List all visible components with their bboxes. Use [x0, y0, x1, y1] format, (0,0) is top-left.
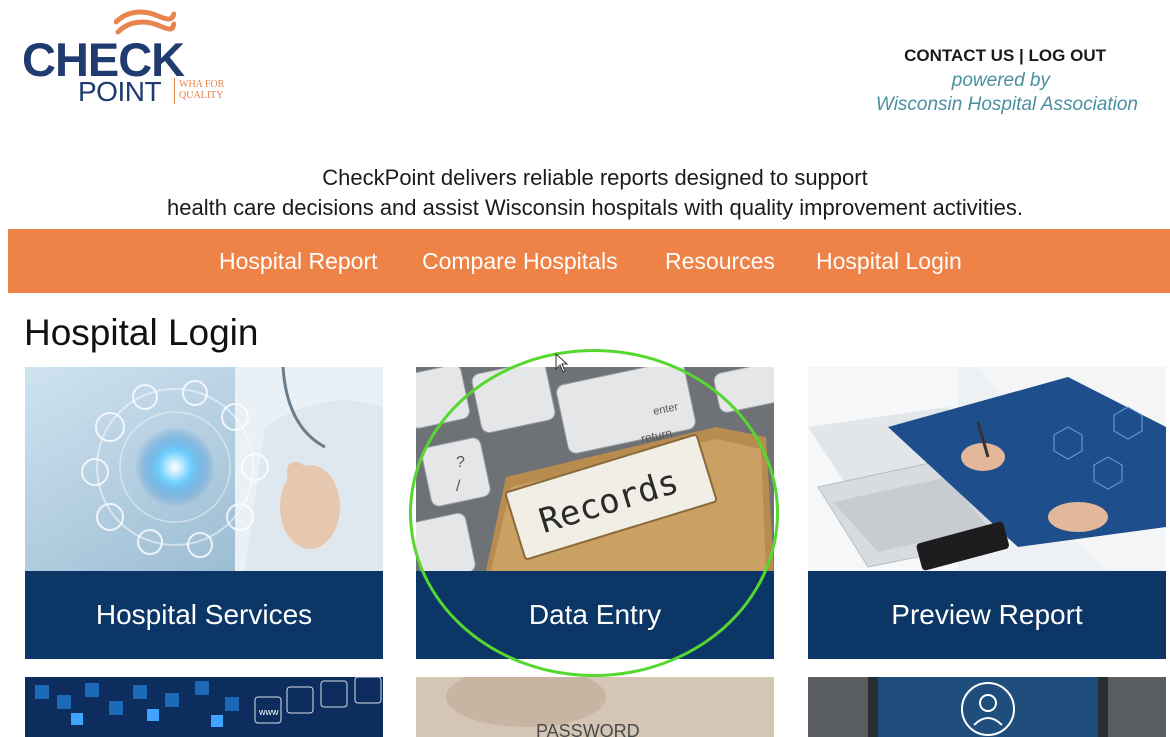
- mouse-cursor-icon: [555, 353, 569, 373]
- logo-wha-line1: WHA FOR: [179, 79, 225, 90]
- powered-by-text: powered by: [951, 70, 1050, 91]
- medical-network-image-icon: [25, 367, 383, 571]
- checkpoint-logo[interactable]: CHECK POINT WHA FOR QUALITY: [22, 8, 262, 108]
- top-links: CONTACT US | LOG OUT: [904, 46, 1106, 66]
- password-image-icon: PASSWORD: [416, 677, 774, 737]
- tile-label: Data Entry: [416, 571, 774, 659]
- tile-preview-report[interactable]: Preview Report: [808, 367, 1166, 659]
- log-out-link[interactable]: LOG OUT: [1029, 46, 1106, 65]
- tile-password-partial[interactable]: PASSWORD: [416, 677, 774, 737]
- nav-item-compare-hospitals[interactable]: Compare Hospitals: [422, 248, 618, 275]
- tile-label: Hospital Services: [25, 571, 383, 659]
- logo-wha-tag: WHA FOR QUALITY: [179, 79, 224, 101]
- tile-label: Preview Report: [808, 571, 1166, 659]
- www-image-text: www: [258, 707, 279, 717]
- main-nav: Hospital Report Compare Hospitals Resour…: [8, 229, 1170, 293]
- top-links-separator: |: [1019, 46, 1024, 65]
- tile-user-profile-partial[interactable]: [808, 677, 1166, 737]
- logo-divider: [174, 78, 175, 104]
- tagline-line2: health care decisions and assist Wiscons…: [167, 195, 1023, 220]
- association-link[interactable]: Wisconsin Hospital Association: [876, 94, 1138, 116]
- tile-web-services-partial[interactable]: www: [25, 677, 383, 737]
- web-icons-grid-image-icon: www: [25, 677, 383, 737]
- tile-hospital-services[interactable]: Hospital Services: [25, 367, 383, 659]
- contact-us-link[interactable]: CONTACT US: [904, 46, 1014, 65]
- records-folder-image-icon: enter return ? / Records: [416, 367, 774, 571]
- svg-text:?: ?: [456, 454, 465, 471]
- tile-data-entry[interactable]: enter return ? / Records Data Entry: [416, 367, 774, 659]
- nav-item-resources[interactable]: Resources: [665, 248, 775, 275]
- tagline-line1: CheckPoint delivers reliable reports des…: [322, 165, 868, 190]
- nav-item-hospital-report[interactable]: Hospital Report: [219, 248, 378, 275]
- logo-wha-line2: QUALITY: [179, 90, 224, 101]
- password-image-text: PASSWORD: [536, 721, 640, 737]
- page-title: Hospital Login: [24, 312, 259, 353]
- tagline: CheckPoint delivers reliable reports des…: [0, 163, 1170, 223]
- svg-text:/: /: [456, 478, 461, 495]
- nav-item-hospital-login[interactable]: Hospital Login: [816, 248, 962, 275]
- logo-point-text: POINT: [78, 76, 162, 107]
- user-profile-image-icon: [808, 677, 1166, 737]
- doctor-writing-report-image-icon: [808, 367, 1166, 571]
